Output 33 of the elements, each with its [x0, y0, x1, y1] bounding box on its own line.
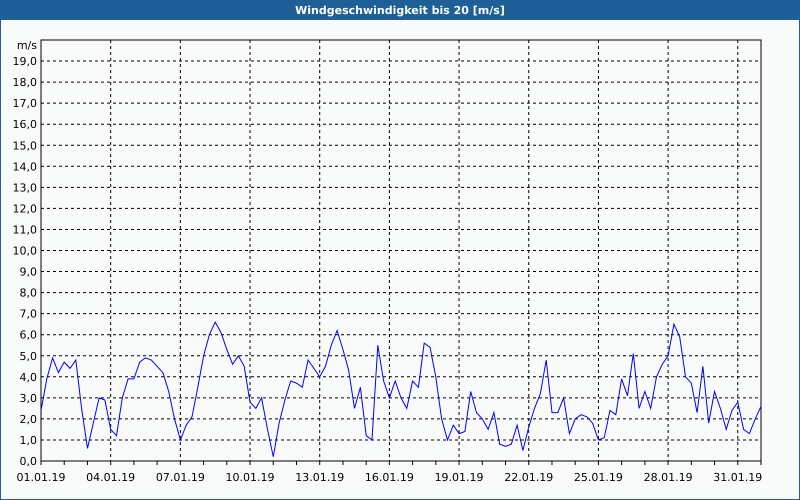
y-axis-tick-label: 2,0	[20, 412, 37, 426]
y-axis-tick-label: 0,0	[20, 455, 37, 468]
y-axis-tick-label: 5,0	[20, 350, 37, 363]
y-axis-unit-label: m/s	[16, 39, 37, 52]
y-axis-tick-label: 9,0	[20, 266, 37, 279]
y-axis-tick-label: 12,0	[12, 202, 37, 216]
y-axis-tick-label: 14,0	[12, 160, 37, 174]
y-axis-tick-label: 7,0	[20, 308, 37, 321]
y-axis-tick-label: 18,0	[12, 76, 37, 90]
y-axis-tick-label: 8,0	[20, 286, 37, 300]
y-axis-tick-label: 17,0	[12, 97, 37, 110]
y-axis-tick-label: 19,0	[12, 55, 37, 68]
x-axis-tick-label: 01.01.19	[16, 471, 66, 484]
y-axis-tick-label: 1,0	[20, 434, 37, 447]
y-axis-tick-label: 10,0	[12, 244, 37, 258]
y-axis-tick-label: 3,0	[20, 392, 37, 405]
y-axis-tick-label: 11,0	[12, 223, 37, 236]
x-axis-tick-label: 10.01.19	[226, 471, 275, 484]
x-axis-tick-label: 16.01.19	[364, 471, 414, 484]
y-axis-tick-label: 4,0	[20, 370, 37, 384]
x-axis-tick-label: 31.01.19	[713, 471, 762, 484]
x-axis-tick-label: 04.01.19	[86, 471, 136, 484]
x-axis-tick-label: 28.01.19	[644, 471, 693, 484]
x-axis-tick-label: 22.01.19	[504, 471, 554, 484]
x-axis-tick-label: 07.01.19	[156, 471, 205, 484]
x-axis-tick-label: 19.01.19	[434, 471, 484, 484]
y-axis-tick-label: 16,0	[12, 118, 37, 132]
window-title: Windgeschwindigkeit bis 20 [m/s]	[0, 0, 800, 20]
y-axis-tick-label: 6,0	[20, 328, 37, 342]
x-axis-tick-label: 25.01.19	[574, 471, 623, 484]
y-axis-tick-label: 13,0	[12, 181, 37, 194]
y-axis-tick-label: 15,0	[12, 139, 37, 152]
x-axis-tick-label: 13.01.19	[295, 471, 344, 484]
